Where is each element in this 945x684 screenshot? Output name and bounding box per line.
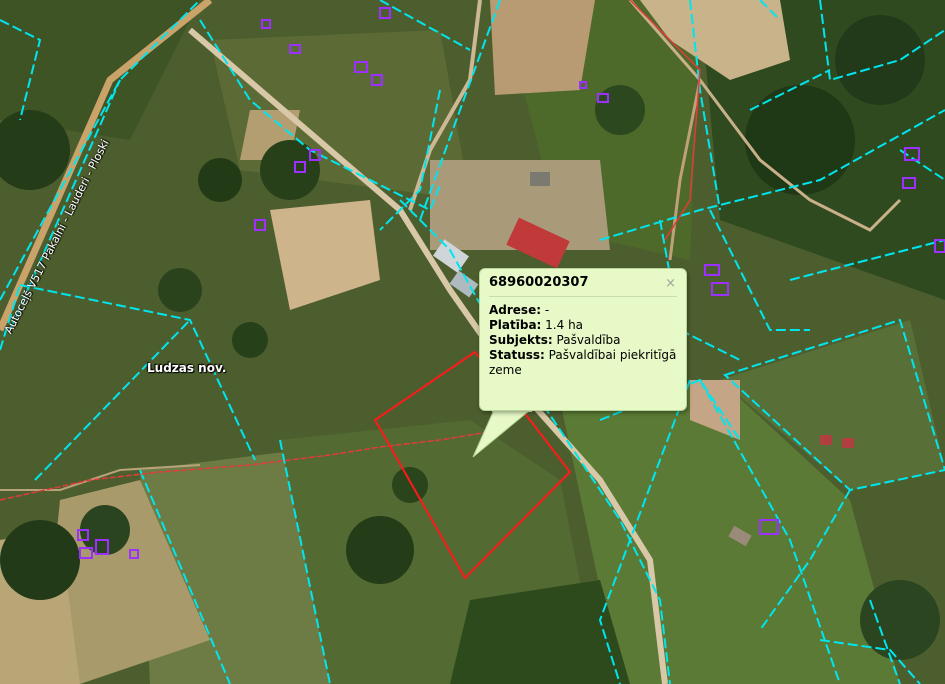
map-view[interactable]: Autoceļš V517 Pakalni - Lauderi - Ploski… [0, 0, 945, 684]
address-row: Adrese: - [489, 303, 677, 318]
close-icon[interactable]: × [665, 276, 676, 291]
area-row: Platība: 1.4 ha [489, 318, 677, 333]
parcel-details: Adrese: - Platība: 1.4 ha Subjekts: Pašv… [489, 303, 677, 378]
subject-value: Pašvaldība [556, 333, 621, 347]
parcel-id-title: 68960020307 [489, 275, 677, 297]
subject-row: Subjekts: Pašvaldība [489, 333, 677, 348]
status-row: Statuss: Pašvaldībai piekritīgā zeme [489, 348, 677, 378]
address-label: Adrese: [489, 303, 542, 317]
status-label: Statuss: [489, 348, 545, 362]
parcel-info-popup: 68960020307 × Adrese: - Platība: 1.4 ha … [479, 268, 687, 411]
aerial-imagery [0, 0, 945, 684]
subject-label: Subjekts: [489, 333, 553, 347]
region-label: Ludzas nov. [147, 361, 227, 375]
popup-pointer [472, 409, 532, 458]
address-value: - [544, 303, 550, 317]
area-value: 1.4 ha [545, 318, 584, 332]
area-label: Platība: [489, 318, 542, 332]
